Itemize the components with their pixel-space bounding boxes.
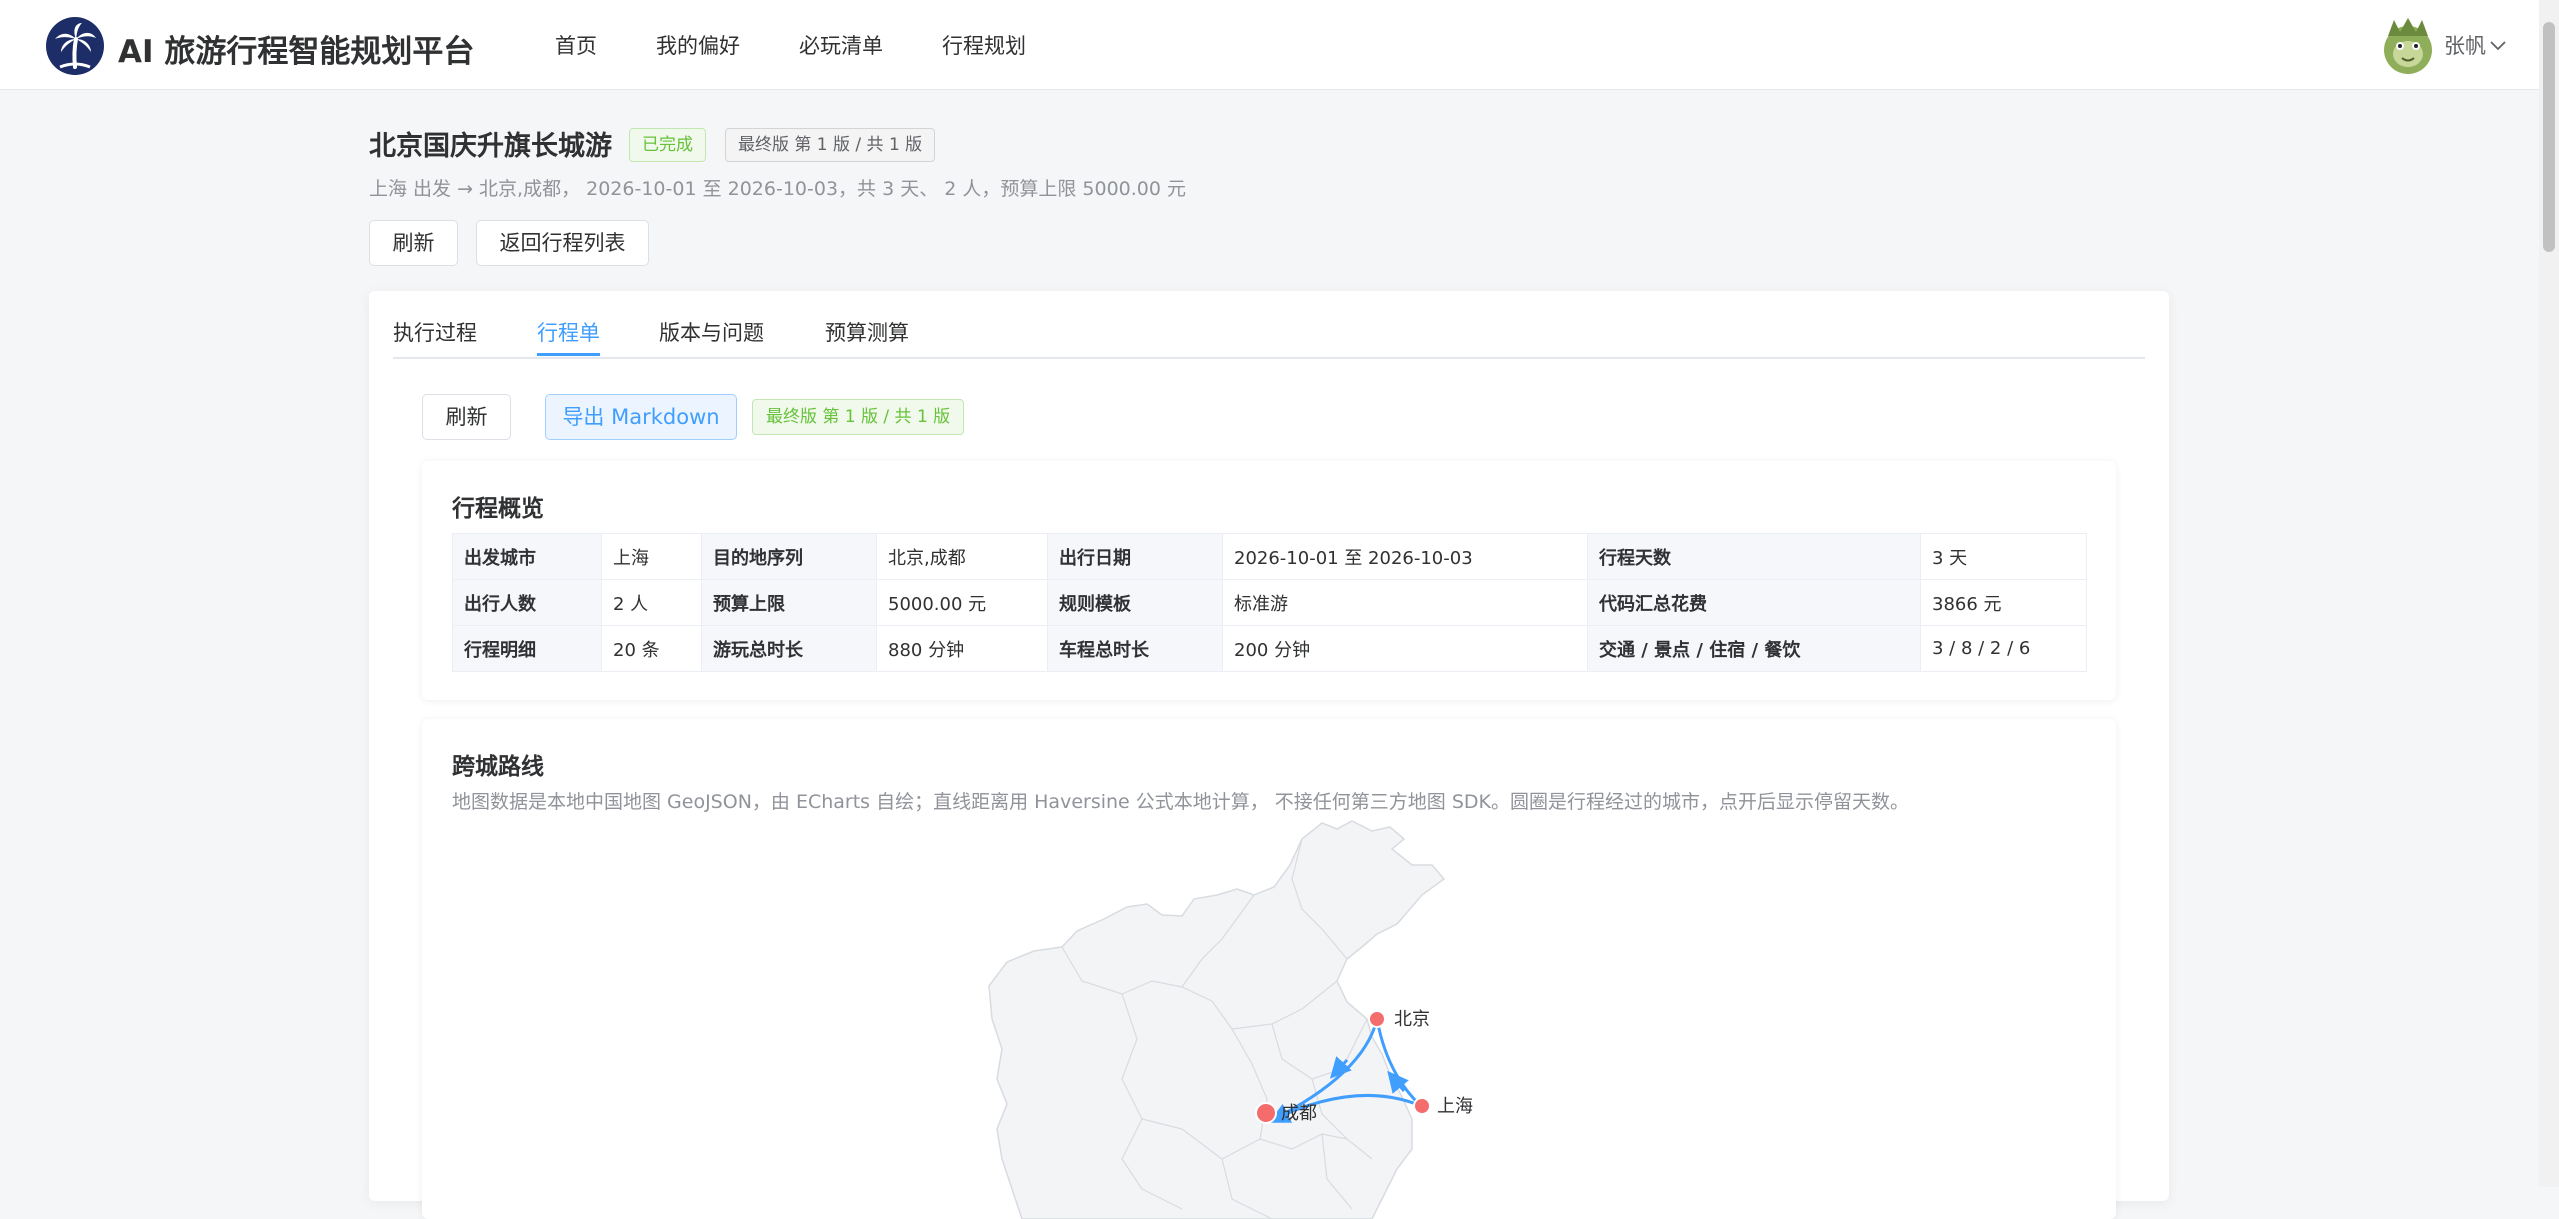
overview-label: 规则模板 <box>1047 579 1223 626</box>
nav-item-preferences[interactable]: 我的偏好 <box>656 30 740 60</box>
user-menu[interactable]: 张帆 <box>2380 14 2506 76</box>
tab-budget[interactable]: 预算测算 <box>825 317 909 347</box>
overview-value: 5000.00 元 <box>876 579 1048 626</box>
overview-label: 游玩总时长 <box>701 625 877 672</box>
overview-value: 3 天 <box>1920 533 2087 580</box>
user-name[interactable]: 张帆 <box>2444 30 2486 60</box>
nav-item-trip-planning[interactable]: 行程规划 <box>942 30 1026 60</box>
chevron-down-icon[interactable] <box>2490 36 2506 55</box>
active-tab-indicator <box>537 353 600 356</box>
overview-label: 出发城市 <box>452 533 602 580</box>
city-label-chengdu: 成都 <box>1281 1103 1317 1124</box>
nav-item-must-visit[interactable]: 必玩清单 <box>799 30 883 60</box>
overview-label: 出行日期 <box>1047 533 1223 580</box>
overview-label: 出行人数 <box>452 579 602 626</box>
overview-value: 3 / 8 / 2 / 6 <box>1920 625 2087 672</box>
overview-label: 行程明细 <box>452 625 602 672</box>
trip-detail-card: 执行过程 行程单 版本与问题 预算测算 刷新 导出 Markdown 最终版 第… <box>369 291 2169 1219</box>
table-row: 出发城市 上海 目的地序列 北京,成都 出行日期 2026-10-01 至 20… <box>452 533 2087 580</box>
overview-value: 标准游 <box>1222 579 1588 626</box>
city-marker-shanghai[interactable] <box>1413 1097 1431 1115</box>
overview-value: 上海 <box>601 533 702 580</box>
overview-value: 880 分钟 <box>876 625 1048 672</box>
overview-label: 目的地序列 <box>701 533 877 580</box>
china-route-map[interactable]: 北京 上海 成都 <box>422 719 2116 1219</box>
city-label-beijing: 北京 <box>1394 1009 1430 1030</box>
route-map-card: 跨城路线 地图数据是本地中国地图 GeoJSON，由 ECharts 自绘；直线… <box>422 719 2116 1219</box>
status-badge: 已完成 <box>629 128 706 162</box>
overview-title: 行程概览 <box>452 496 544 522</box>
tab-itinerary[interactable]: 行程单 <box>537 317 600 347</box>
overview-value: 200 分钟 <box>1222 625 1588 672</box>
overview-value: 3866 元 <box>1920 579 2087 626</box>
overview-label: 代码汇总花费 <box>1587 579 1921 626</box>
itinerary-version-badge: 最终版 第 1 版 / 共 1 版 <box>752 399 965 435</box>
city-marker-chengdu[interactable] <box>1255 1102 1277 1124</box>
overview-value: 2026-10-01 至 2026-10-03 <box>1222 533 1588 580</box>
tab-versions-issues[interactable]: 版本与问题 <box>659 317 764 347</box>
overview-label: 预算上限 <box>701 579 877 626</box>
overview-value: 2 人 <box>601 579 702 626</box>
overview-label: 行程天数 <box>1587 533 1921 580</box>
nav-item-home[interactable]: 首页 <box>555 30 597 60</box>
palm-tree-logo-icon[interactable] <box>46 17 104 75</box>
overview-value: 20 条 <box>601 625 702 672</box>
table-row: 出行人数 2 人 预算上限 5000.00 元 规则模板 标准游 代码汇总花费 … <box>452 579 2087 626</box>
overview-card: 行程概览 出发城市 上海 目的地序列 北京,成都 出行日期 2026-10-01… <box>422 461 2116 700</box>
avatar[interactable] <box>2380 14 2436 76</box>
city-marker-beijing[interactable] <box>1368 1010 1386 1028</box>
main-nav: 首页 我的偏好 必玩清单 行程规划 <box>555 30 1085 60</box>
top-header: AI 旅游行程智能规划平台 首页 我的偏好 必玩清单 行程规划 张帆 <box>0 0 2559 90</box>
version-badge: 最终版 第 1 版 / 共 1 版 <box>725 128 936 162</box>
tab-bar: 执行过程 行程单 版本与问题 预算测算 <box>393 313 2145 359</box>
itinerary-refresh-button[interactable]: 刷新 <box>422 394 511 440</box>
scrollbar-thumb[interactable] <box>2543 22 2555 252</box>
page-scrollbar[interactable] <box>2539 0 2559 1187</box>
tab-execution[interactable]: 执行过程 <box>393 317 477 347</box>
overview-value: 北京,成都 <box>876 533 1048 580</box>
app-brand-title: AI 旅游行程智能规划平台 <box>118 34 475 70</box>
city-label-shanghai: 上海 <box>1437 1096 1473 1117</box>
page-title: 北京国庆升旗长城游 <box>369 131 612 162</box>
back-to-list-button[interactable]: 返回行程列表 <box>476 220 649 266</box>
overview-label: 车程总时长 <box>1047 625 1223 672</box>
export-markdown-button[interactable]: 导出 Markdown <box>545 394 737 440</box>
refresh-button[interactable]: 刷新 <box>369 220 458 266</box>
overview-table: 出发城市 上海 目的地序列 北京,成都 出行日期 2026-10-01 至 20… <box>452 533 2087 672</box>
overview-label: 交通 / 景点 / 住宿 / 餐饮 <box>1587 625 1921 672</box>
trip-summary: 上海 出发 → 北京,成都， 2026-10-01 至 2026-10-03，共… <box>369 178 1187 200</box>
table-row: 行程明细 20 条 游玩总时长 880 分钟 车程总时长 200 分钟 交通 /… <box>452 625 2087 672</box>
